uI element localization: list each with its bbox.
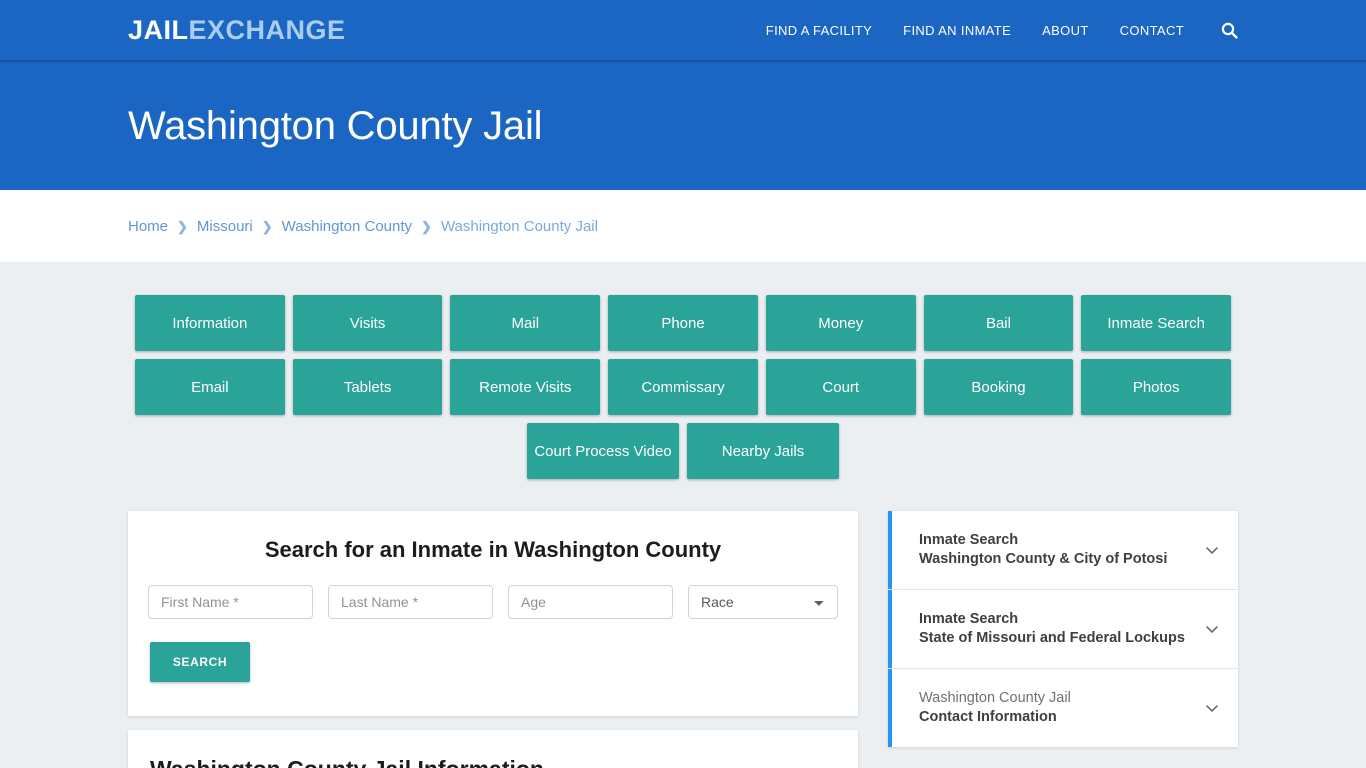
accordion-item-inmate-search-state[interactable]: Inmate Search State of Missouri and Fede… [888,590,1238,669]
tab-commissary[interactable]: Commissary [608,359,758,415]
breadcrumb-item-washington-county[interactable]: Washington County [282,218,412,235]
tab-photos[interactable]: Photos [1081,359,1232,415]
tab-information[interactable]: Information [135,295,285,351]
tab-booking[interactable]: Booking [923,359,1074,415]
content-columns: Search for an Inmate in Washington Count… [128,511,1238,768]
inmate-search-heading: Search for an Inmate in Washington Count… [264,537,722,562]
page-body: Information Visits Mail Phone Money Bail… [0,262,1366,768]
primary-nav: FIND A FACILITY FIND AN INMATE ABOUT CON… [766,21,1238,39]
tab-email[interactable]: Email [135,359,285,415]
tab-court-process-video[interactable]: Court Process Video [527,423,679,479]
sidebar-accordion: Inmate Search Washington County & City o… [888,511,1238,747]
nav-link-find-an-inmate[interactable]: FIND AN INMATE [903,23,1011,38]
accordion-item-text: Inmate Search State of Missouri and Fede… [919,610,1185,648]
search-icon [1221,22,1238,39]
accordion-item-line2: Washington County & City of Potosi [919,551,1168,567]
facility-tab-grid: Information Visits Mail Phone Money Bail… [135,295,1232,479]
accordion-item-line2: Contact Information [919,709,1057,725]
inmate-search-card: Search for an Inmate in Washington Count… [128,511,858,716]
tab-court[interactable]: Court [765,359,916,415]
accordion-item-line1: Inmate Search [919,532,1019,548]
chevron-right-icon: ❯ [421,218,432,234]
chevron-right-icon: ❯ [261,218,273,234]
tab-grid-row-1: Information Visits Mail Phone Money Bail… [135,295,1232,351]
race-select[interactable]: Race [688,585,838,619]
breadcrumb-band: Home ❯ Missouri ❯ Washington County ❯ Wa… [0,190,1366,262]
page-title: Washington County Jail [128,103,543,148]
accordion-item-line1: Washington County Jail [919,690,1071,706]
breadcrumb-item-home[interactable]: Home [128,218,168,235]
tab-inmate-search[interactable]: Inmate Search [1081,295,1232,351]
nav-link-contact[interactable]: CONTACT [1120,23,1184,38]
tab-remote-visits[interactable]: Remote Visits [450,359,601,415]
chevron-down-icon[interactable] [1204,700,1220,716]
jail-information-heading: Washington County Jail Information [150,756,836,768]
top-navbar: JAILEXCHANGE FIND A FACILITY FIND AN INM… [0,0,1366,62]
nav-link-about[interactable]: ABOUT [1042,23,1089,38]
breadcrumb: Home ❯ Missouri ❯ Washington County ❯ Wa… [128,218,598,235]
first-name-input[interactable] [148,585,313,619]
accordion-item-inmate-search-county[interactable]: Inmate Search Washington County & City o… [888,511,1238,590]
tab-money[interactable]: Money [765,295,916,351]
chevron-down-icon[interactable] [1204,621,1220,637]
accordion-item-line1: Inmate Search [919,611,1019,627]
logo-text-primary: JAIL [128,14,189,45]
tab-grid-row-3: Court Process Video Nearby Jails [135,423,1231,479]
logo-text-secondary: EXCHANGE [188,14,346,45]
breadcrumb-item-current[interactable]: Washington County Jail [441,218,598,235]
inmate-search-fields: Race [148,585,838,619]
search-submit-button[interactable]: SEARCH [150,642,250,682]
tab-grid-row-2: Email Tablets Remote Visits Commissary C… [135,359,1232,415]
accordion-item-text: Washington County Jail Contact Informati… [919,689,1071,727]
accordion-item-text: Inmate Search Washington County & City o… [919,531,1167,569]
accordion-item-line2: State of Missouri and Federal Lockups [919,630,1185,646]
breadcrumb-item-missouri[interactable]: Missouri [197,218,253,235]
tab-visits[interactable]: Visits [292,295,443,351]
jail-information-card: Washington County Jail Information [128,730,858,768]
chevron-down-icon[interactable] [1204,542,1220,558]
last-name-input[interactable] [328,585,493,619]
nav-link-find-a-facility[interactable]: FIND A FACILITY [766,23,872,38]
tab-tablets[interactable]: Tablets [292,359,443,415]
hero-banner: Washington County Jail [0,62,1366,190]
tab-bail[interactable]: Bail [923,295,1074,351]
tab-mail[interactable]: Mail [450,295,601,351]
nav-search-button[interactable] [1220,21,1238,39]
age-input[interactable] [508,585,673,619]
content-container: Search for an Inmate in Washington Count… [128,511,1238,768]
tab-phone[interactable]: Phone [608,295,758,351]
chevron-right-icon: ❯ [177,218,188,234]
site-logo[interactable]: JAILEXCHANGE [128,14,346,45]
accordion-item-contact-information[interactable]: Washington County Jail Contact Informati… [888,669,1238,747]
tab-nearby-jails[interactable]: Nearby Jails [687,423,839,479]
sidebar-column: Inmate Search Washington County & City o… [888,511,1238,747]
main-column: Search for an Inmate in Washington Count… [128,511,858,768]
